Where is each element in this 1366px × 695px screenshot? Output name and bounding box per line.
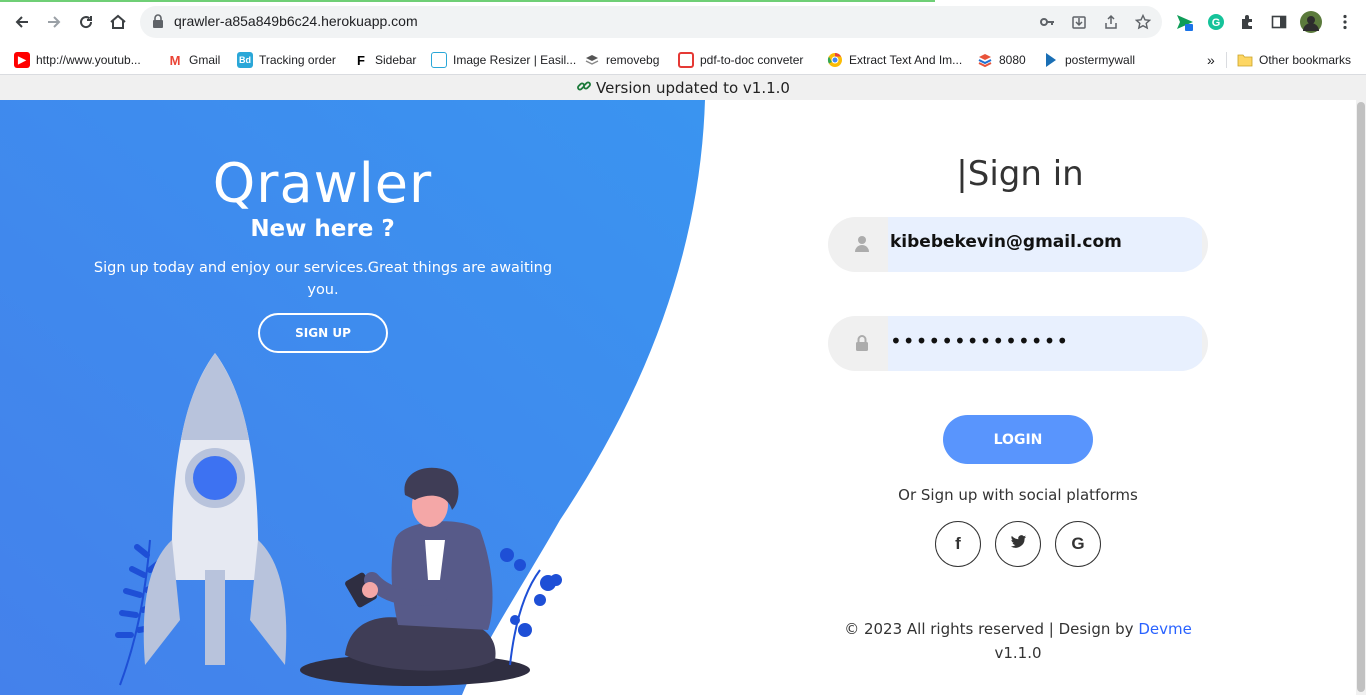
footer: © 2023 All rights reserved | Design by D…: [818, 617, 1218, 665]
youtube-icon: ▶: [14, 52, 30, 68]
side-panel-icon[interactable]: [1268, 11, 1290, 33]
version-text: v1.1.0: [994, 644, 1042, 662]
banner-text: Version updated to v1.1.0: [596, 78, 790, 97]
bookmark-label: removebg: [606, 53, 660, 67]
sidebar-icon: F: [357, 52, 365, 68]
google-icon: G: [1071, 534, 1085, 553]
bookmarks-bar: ▶ http://www.youtub... M Gmail Bd Tracki…: [0, 44, 1366, 75]
chrome-icon: [827, 52, 843, 68]
forward-icon[interactable]: [42, 10, 66, 34]
bookmark-other-bookmarks[interactable]: Other bookmarks: [1237, 50, 1351, 70]
facebook-button[interactable]: f: [935, 521, 981, 567]
signin-title: |Sign in: [956, 154, 1084, 194]
password-value[interactable]: ••••••••••••••: [890, 329, 1069, 353]
signup-description: Sign up today and enjoy our services.Gre…: [93, 260, 553, 298]
scrollbar-thumb[interactable]: [1357, 102, 1365, 692]
bookmark-star-icon[interactable]: [1134, 13, 1152, 31]
key-icon[interactable]: [1038, 13, 1056, 31]
copyright-line: © 2023 All rights reserved | Design by D…: [818, 617, 1218, 641]
login-page: Qrawler New here ? Sign up today and enj…: [0, 100, 1366, 695]
social-signup-text: Or Sign up with social platforms: [898, 486, 1138, 504]
home-icon[interactable]: [106, 10, 130, 34]
new-here-heading: New here ?: [250, 216, 395, 242]
bookmark-label: pdf-to-doc conveter: [700, 53, 804, 67]
svg-text:G: G: [1212, 17, 1221, 29]
password-field[interactable]: ••••••••••••••: [828, 316, 1208, 371]
bookmark-pdf-to-doc[interactable]: pdf-to-doc conveter: [678, 50, 803, 70]
menu-kebab-icon[interactable]: [1334, 11, 1356, 33]
bookmark-image-resizer[interactable]: Image Resizer | Easil...: [431, 50, 576, 70]
install-icon[interactable]: [1070, 13, 1088, 31]
twitter-button[interactable]: [995, 521, 1041, 567]
lock-icon[interactable]: [152, 14, 164, 28]
version-banner: Version updated to v1.1.0: [0, 75, 1366, 100]
brand-title: Qrawler: [212, 152, 433, 215]
grammarly-icon[interactable]: G: [1205, 11, 1227, 33]
bookmark-label: Image Resizer | Easil...: [453, 53, 577, 67]
stack-icon: [977, 52, 993, 68]
bookmark-extract-text[interactable]: Extract Text And Im...: [827, 50, 962, 70]
share-icon[interactable]: [1102, 13, 1120, 31]
bookmark-8080[interactable]: 8080: [977, 50, 1026, 70]
url-text[interactable]: qrawler-a85a849b6c24.herokuapp.com: [174, 13, 418, 29]
signup-button[interactable]: SIGN UP: [258, 313, 388, 353]
bookmark-label: postermywall: [1065, 53, 1136, 67]
send-extension-icon[interactable]: [1174, 11, 1196, 33]
google-button[interactable]: G: [1055, 521, 1101, 567]
image-resizer-icon: [431, 52, 447, 68]
folder-icon: [1237, 52, 1253, 68]
browser-toolbar: qrawler-a85a849b6c24.herokuapp.com G: [0, 0, 1366, 44]
copyright-text: © 2023 All rights reserved | Design by: [844, 620, 1139, 638]
bookmark-youtube[interactable]: ▶ http://www.youtub...: [14, 50, 141, 70]
extensions-puzzle-icon[interactable]: [1236, 11, 1258, 33]
bookmark-label: Extract Text And Im...: [849, 53, 963, 67]
lock-icon: [856, 335, 868, 351]
bookmark-label: Sidebar: [375, 53, 417, 67]
tracking-icon: Bd: [237, 52, 253, 68]
bookmark-sidebar[interactable]: F Sidebar: [353, 50, 416, 70]
bookmark-label: 8080: [999, 53, 1026, 67]
page-load-progress: [0, 0, 935, 2]
bookmark-label: Tracking order: [259, 53, 336, 67]
chevron-double-right-icon: »: [1207, 52, 1215, 68]
gmail-icon: M: [169, 52, 181, 68]
facebook-icon: f: [955, 534, 961, 553]
postermywall-icon: [1043, 52, 1059, 68]
bookmarks-overflow-chevron[interactable]: »: [1207, 50, 1215, 70]
page-scrollbar[interactable]: [1356, 100, 1366, 695]
email-value[interactable]: kibebekevin@gmail.com: [890, 232, 1122, 252]
bookmark-removebg[interactable]: removebg: [584, 50, 659, 70]
bookmark-postermywall[interactable]: postermywall: [1043, 50, 1135, 70]
reload-icon[interactable]: [74, 10, 98, 34]
bookmarks-divider: [1226, 52, 1227, 68]
user-icon: [855, 236, 869, 252]
designer-link[interactable]: Devme: [1138, 620, 1192, 638]
removebg-icon: [584, 52, 600, 68]
login-button[interactable]: LOGIN: [943, 415, 1093, 464]
email-field[interactable]: kibebekevin@gmail.com: [828, 217, 1208, 272]
twitter-icon: [1010, 534, 1027, 554]
link-icon: [576, 78, 592, 98]
bookmark-label: Gmail: [189, 53, 221, 67]
address-bar[interactable]: qrawler-a85a849b6c24.herokuapp.com: [140, 6, 1162, 38]
back-icon[interactable]: [10, 10, 34, 34]
pdf-icon: [678, 52, 694, 68]
bookmark-tracking-order[interactable]: Bd Tracking order: [237, 50, 336, 70]
bookmark-gmail[interactable]: M Gmail: [167, 50, 221, 70]
bookmark-label: http://www.youtub...: [36, 53, 141, 67]
bookmark-label: Other bookmarks: [1259, 53, 1352, 67]
profile-avatar[interactable]: [1300, 11, 1322, 33]
